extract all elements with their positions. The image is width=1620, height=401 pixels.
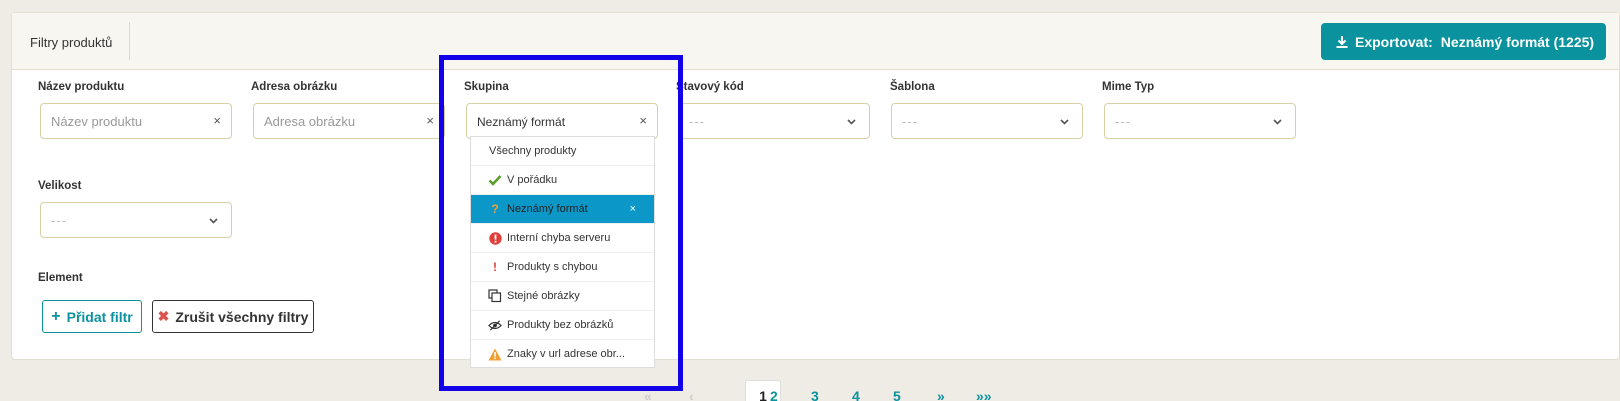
pagination-next[interactable]: » <box>937 388 945 401</box>
status-code-select[interactable]: --- <box>678 103 870 139</box>
image-url-label: Adresa obrázku <box>251 81 338 93</box>
export-button[interactable]: Exportovat: Neznámý formát (1225) <box>1321 23 1606 60</box>
pagination-last[interactable]: »» <box>976 388 992 401</box>
plus-icon: + <box>51 307 61 325</box>
element-label: Element <box>38 272 83 284</box>
product-name-input[interactable] <box>41 104 201 138</box>
panel-title: Filtry produktů <box>30 35 113 50</box>
dropdown-item-server-error[interactable]: Interní chyba serveru <box>471 224 654 253</box>
dropdown-item-label: Neznámý formát <box>507 203 588 215</box>
group-label: Skupina <box>464 81 509 93</box>
size-label: Velikost <box>38 180 82 192</box>
copy-icon <box>488 289 502 303</box>
clear-all-filters-label: Zrušit všechny filtry <box>175 308 309 325</box>
pagination-page-4[interactable]: 4 <box>852 388 860 401</box>
pagination-prev[interactable]: ‹ <box>689 388 694 401</box>
dropdown-item-all-products[interactable]: Všechny produkty <box>471 137 654 166</box>
chevron-down-icon <box>1060 119 1069 125</box>
image-url-input[interactable] <box>254 104 414 138</box>
group-select[interactable]: Neznámý formát × <box>466 103 658 139</box>
dropdown-item-label: Interní chyba serveru <box>507 232 611 244</box>
dropdown-item-products-with-error[interactable]: ! Produkty s chybou <box>471 253 654 282</box>
group-clear-icon[interactable]: × <box>639 113 647 128</box>
dropdown-item-same-images[interactable]: Stejné obrázky <box>471 282 654 311</box>
close-icon: ✖ <box>157 308 170 324</box>
dropdown-item-label: Všechny produkty <box>489 145 577 157</box>
dropdown-item-url-characters[interactable]: Znaky v url adrese obr... <box>471 340 654 367</box>
pagination-page-5[interactable]: 5 <box>893 388 901 401</box>
dropdown-item-label: Produkty s chybou <box>507 261 598 273</box>
status-code-label: Stavový kód <box>676 81 744 93</box>
exclamation-icon: ! <box>493 260 497 274</box>
mime-type-select[interactable]: --- <box>1104 103 1296 139</box>
group-dropdown-list: Všechny produkty V pořádku ? Neznámý for… <box>470 136 655 368</box>
dropdown-item-label: Stejné obrázky <box>507 290 580 302</box>
size-select-value: --- <box>51 213 67 228</box>
template-label: Šablona <box>890 81 935 93</box>
download-icon <box>1336 35 1348 48</box>
title-divider <box>129 22 130 60</box>
group-select-value: Neznámý formát <box>477 115 566 129</box>
product-name-label: Název produktu <box>38 81 125 93</box>
mime-type-label: Mime Typ <box>1102 81 1155 93</box>
product-name-clear-icon[interactable]: × <box>213 113 221 128</box>
export-value: Neznámý formát (1225) <box>1440 33 1595 50</box>
add-filter-button[interactable]: + Přidat filtr <box>42 300 142 333</box>
add-filter-label: Přidat filtr <box>66 308 133 325</box>
clear-all-filters-button[interactable]: ✖ Zrušit všechny filtry <box>152 300 314 333</box>
warning-icon <box>488 347 502 361</box>
template-select-value: --- <box>902 114 918 129</box>
dropdown-item-label: Znaky v url adrese obr... <box>507 348 625 360</box>
chevron-down-icon <box>209 218 218 224</box>
status-code-select-value: --- <box>689 114 705 129</box>
pagination-first[interactable]: « <box>644 388 652 401</box>
question-icon: ? <box>491 202 499 216</box>
product-name-field: × <box>40 103 232 139</box>
eye-slash-icon <box>488 318 502 332</box>
selected-item-clear-icon[interactable]: × <box>630 203 636 215</box>
panel-header: Filtry produktů Exportovat: Neznámý form… <box>12 13 1619 70</box>
chevron-down-icon <box>847 119 856 125</box>
pagination-page-3[interactable]: 3 <box>811 388 819 401</box>
size-select[interactable]: --- <box>40 202 232 238</box>
pagination-page-2[interactable]: 2 <box>770 388 778 401</box>
dropdown-item-products-without-images[interactable]: Produkty bez obrázků <box>471 311 654 340</box>
mime-type-select-value: --- <box>1115 114 1131 129</box>
dropdown-item-ok[interactable]: V pořádku <box>471 166 654 195</box>
chevron-down-icon <box>1273 119 1282 125</box>
check-icon <box>488 173 502 187</box>
error-circle-icon <box>488 231 502 245</box>
template-select[interactable]: --- <box>891 103 1083 139</box>
dropdown-item-unknown-format[interactable]: ? Neznámý formát × <box>471 195 654 224</box>
dropdown-item-label: Produkty bez obrázků <box>507 319 614 331</box>
image-url-field: × <box>253 103 445 139</box>
image-url-clear-icon[interactable]: × <box>426 113 434 128</box>
export-label: Exportovat: <box>1355 33 1433 50</box>
dropdown-item-label: V pořádku <box>507 174 558 186</box>
